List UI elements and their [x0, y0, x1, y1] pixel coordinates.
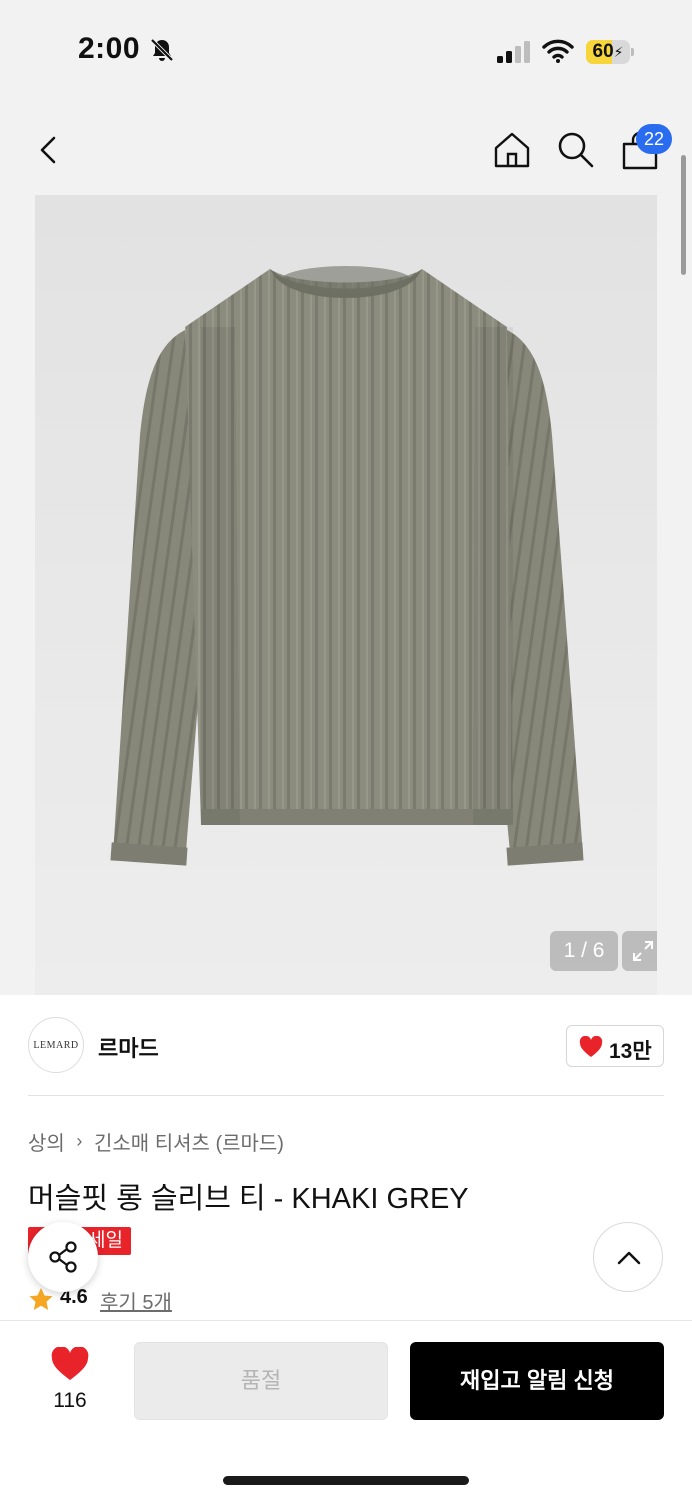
chevron-up-icon: [617, 1251, 641, 1265]
wishlist-count: 116: [53, 1389, 87, 1412]
brand-like-button[interactable]: 13만: [566, 1025, 664, 1067]
breadcrumb-item-subcategory[interactable]: 긴소매 티셔츠 (르마드): [94, 1127, 284, 1156]
restock-alert-button[interactable]: 재입고 알림 신청: [410, 1342, 664, 1420]
brand-logo[interactable]: LEMARD: [28, 1017, 84, 1073]
battery-percent: 60⚡: [592, 41, 624, 62]
product-image-gallery[interactable]: 1 / 6: [35, 195, 657, 995]
chevron-right-icon: ›: [76, 1131, 83, 1151]
expand-icon: [633, 941, 653, 961]
wifi-icon: [542, 39, 574, 63]
product-info-section: LEMARD 르마드 13만 상의 › 긴소매 티셔츠 (르마드) 머슬핏 롱 …: [0, 995, 692, 1320]
scroll-to-top-button[interactable]: [593, 1222, 663, 1292]
status-bar: 2:00 60⚡: [0, 0, 692, 100]
product-title: 머슬핏 롱 슬리브 티 - KHAKI GREY: [28, 1183, 469, 1215]
image-page-indicator: 1 / 6: [550, 931, 618, 971]
back-arrow-icon[interactable]: [28, 130, 68, 170]
review-count-link[interactable]: 후기 5개: [100, 1286, 172, 1315]
battery-charging-icon: 60⚡: [586, 40, 634, 64]
cart-count-badge: 22: [636, 124, 672, 154]
divider: [28, 1095, 664, 1096]
home-icon[interactable]: [490, 128, 534, 172]
wishlist-button[interactable]: 116: [36, 1345, 104, 1415]
share-icon: [49, 1241, 77, 1273]
expand-image-button[interactable]: [622, 931, 657, 971]
scrollbar[interactable]: [681, 155, 686, 275]
home-indicator[interactable]: [223, 1476, 469, 1485]
breadcrumb: 상의 › 긴소매 티셔츠 (르마드): [28, 1127, 284, 1156]
top-navigation: [0, 110, 692, 190]
bottom-action-bar: 116 품절 재입고 알림 신청: [0, 1320, 692, 1500]
star-icon: [29, 1288, 53, 1310]
search-icon[interactable]: [554, 128, 596, 170]
heart-icon: [579, 1036, 603, 1057]
breadcrumb-item-category[interactable]: 상의: [28, 1127, 65, 1156]
cellular-signal-icon: [497, 41, 530, 63]
brand-like-count: 13만: [609, 1040, 652, 1063]
status-time: 2:00: [78, 32, 141, 65]
soldout-button: 품절: [134, 1342, 388, 1420]
heart-icon: [51, 1347, 89, 1380]
brand-name[interactable]: 르마드: [98, 1031, 159, 1063]
bell-slash-icon: [150, 38, 174, 62]
share-button[interactable]: [28, 1222, 98, 1292]
product-image: [110, 266, 584, 866]
